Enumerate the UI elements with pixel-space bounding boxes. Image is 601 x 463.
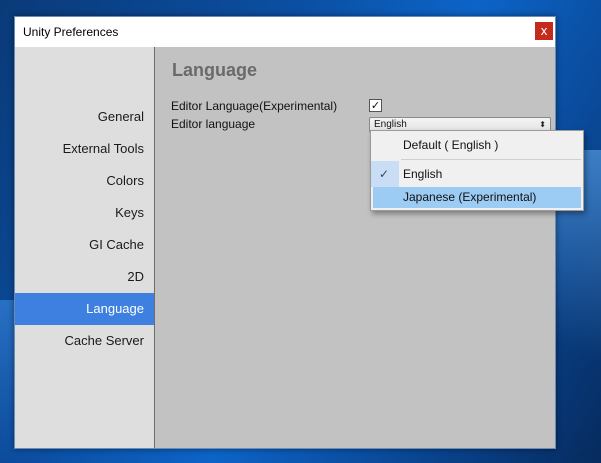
language-settings-panel: Language Editor Language(Experimental) ✓… — [155, 47, 555, 448]
close-icon: x — [540, 24, 548, 38]
sidebar-item-colors[interactable]: Colors — [15, 165, 154, 197]
dropdown-separator — [401, 159, 581, 160]
dropdown-option-label: English — [403, 167, 443, 181]
sidebar-item-keys[interactable]: Keys — [15, 197, 154, 229]
sidebar-item-general[interactable]: General — [15, 101, 154, 133]
checkmark-icon: ✓ — [370, 99, 381, 112]
window-title: Unity Preferences — [23, 25, 119, 39]
sidebar-item-language[interactable]: Language — [15, 293, 154, 325]
sidebar-item-external-tools[interactable]: External Tools — [15, 133, 154, 165]
preferences-window: Unity Preferences x General External Too… — [14, 16, 556, 449]
editor-language-label: Editor language — [171, 117, 256, 131]
editor-language-dropdown-menu: Default ( English ) ✓ English Japanese (… — [370, 130, 584, 211]
check-icon: ✓ — [379, 167, 390, 181]
page-title: Language — [172, 60, 258, 80]
preferences-sidebar: General External Tools Colors Keys GI Ca… — [15, 47, 155, 448]
dropdown-option-default-english[interactable]: Default ( English ) — [371, 131, 583, 159]
window-titlebar[interactable]: Unity Preferences x — [15, 17, 555, 47]
sidebar-item-2d[interactable]: 2D — [15, 261, 154, 293]
sidebar-item-gi-cache[interactable]: GI Cache — [15, 229, 154, 261]
editor-language-experimental-label: Editor Language(Experimental) — [171, 99, 338, 113]
sidebar-item-cache-server[interactable]: Cache Server — [15, 325, 154, 357]
dropdown-option-label: Default ( English ) — [403, 138, 499, 152]
dropdown-option-japanese-experimental[interactable]: Japanese (Experimental) — [373, 187, 581, 208]
dropdown-option-english[interactable]: ✓ English — [371, 161, 583, 187]
editor-language-experimental-checkbox[interactable]: ✓ — [369, 99, 382, 112]
dropdown-option-label: Japanese (Experimental) — [403, 190, 537, 204]
close-button[interactable]: x — [535, 22, 553, 40]
